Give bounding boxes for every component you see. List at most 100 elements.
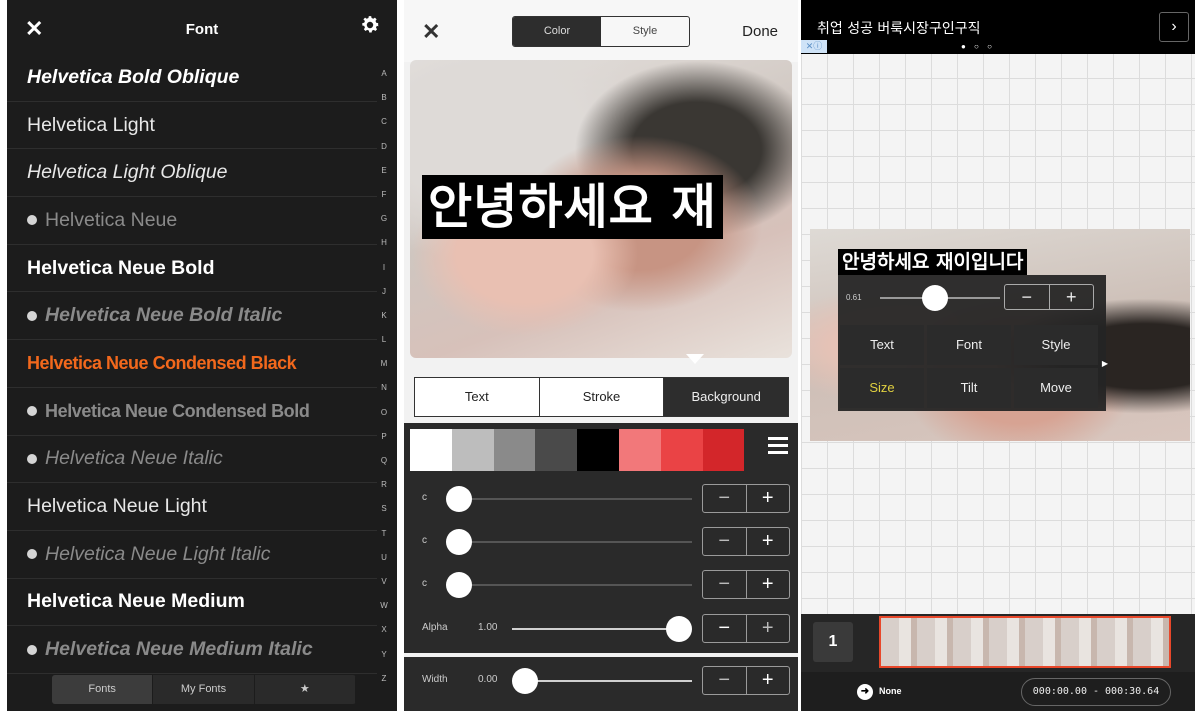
color-swatch[interactable]	[660, 429, 703, 471]
color-swatch[interactable]	[451, 429, 494, 471]
done-button[interactable]: Done	[742, 23, 778, 40]
tab-background[interactable]: Background	[664, 378, 789, 416]
alpha-track[interactable]	[512, 628, 682, 630]
alphabet-letter[interactable]: A	[377, 62, 391, 86]
next-arrow-icon[interactable]: ▶	[1102, 359, 1108, 368]
slider-track[interactable]	[460, 541, 692, 543]
caption-text[interactable]: 안녕하세요 재이입니다	[838, 249, 1028, 275]
ad-banner[interactable]: 취업 성공 버룩시장구인구직 › ● ○ ○ ✕ⓘ	[801, 0, 1195, 54]
segment-style[interactable]: Style	[601, 17, 689, 46]
font-list-item[interactable]: Helvetica Light	[7, 102, 377, 150]
font-list-item[interactable]: Helvetica Neue Bold Italic	[7, 292, 377, 341]
alphabet-letter[interactable]: H	[377, 231, 391, 255]
alphabet-letter[interactable]: K	[377, 304, 391, 328]
alphabet-letter[interactable]: E	[377, 159, 391, 183]
color-swatch[interactable]	[618, 429, 661, 471]
alphabet-index[interactable]: ABCDEFGHIJKLMNOPQRSTUVWXYZ	[377, 62, 391, 691]
clip-number[interactable]: 1	[813, 622, 853, 662]
font-list-item[interactable]: Helvetica Neue	[7, 197, 377, 245]
tab-fonts[interactable]: Fonts	[52, 675, 154, 704]
slider-knob[interactable]	[446, 486, 472, 512]
slider-track[interactable]	[460, 498, 692, 500]
font-list-item[interactable]: Helvetica Neue Condensed Black	[7, 340, 377, 388]
alphabet-letter[interactable]: R	[377, 473, 391, 497]
alpha-knob[interactable]	[666, 616, 692, 642]
tab-favorites[interactable]: ★	[255, 675, 356, 704]
plus-button[interactable]: +	[747, 528, 790, 555]
filmstrip[interactable]	[879, 616, 1171, 668]
plus-button[interactable]: +	[747, 615, 790, 642]
alphabet-letter[interactable]: U	[377, 546, 391, 570]
alphabet-letter[interactable]: B	[377, 86, 391, 110]
alphabet-letter[interactable]: X	[377, 618, 391, 642]
slider-knob[interactable]	[446, 572, 472, 598]
font-list-item[interactable]: Helvetica Neue Light Italic	[7, 531, 377, 579]
color-swatch[interactable]	[535, 429, 578, 471]
video-frame[interactable]: 안녕하세요 재이입니다 0.61 − + Text Font Style Size Ti…	[810, 229, 1190, 441]
width-knob[interactable]	[512, 668, 538, 694]
alphabet-letter[interactable]: Z	[377, 667, 391, 691]
slider-knob[interactable]	[446, 529, 472, 555]
minus-button[interactable]: −	[703, 571, 747, 598]
minus-button[interactable]: −	[703, 667, 747, 694]
alphabet-letter[interactable]: V	[377, 570, 391, 594]
plus-button[interactable]: +	[747, 667, 790, 694]
alphabet-letter[interactable]: L	[377, 328, 391, 352]
alphabet-letter[interactable]: C	[377, 110, 391, 134]
minus-button[interactable]: −	[1005, 285, 1050, 309]
alphabet-letter[interactable]: F	[377, 183, 391, 207]
color-swatch[interactable]	[410, 429, 452, 471]
font-list-item[interactable]: Helvetica Neue Medium	[7, 579, 377, 627]
alphabet-letter[interactable]: W	[377, 594, 391, 618]
alphabet-letter[interactable]: T	[377, 522, 391, 546]
tab-text[interactable]: Text	[415, 378, 540, 416]
alphabet-letter[interactable]: D	[377, 135, 391, 159]
font-list-item[interactable]: Helvetica Neue Medium Italic	[7, 626, 377, 674]
font-list-item[interactable]: Helvetica Light Oblique	[7, 149, 377, 198]
edit-size-button[interactable]: Size	[840, 368, 924, 408]
size-slider-knob[interactable]	[922, 285, 948, 311]
segment-color[interactable]: Color	[513, 17, 601, 46]
transition-icon[interactable]: ➜	[857, 684, 873, 700]
alphabet-letter[interactable]: J	[377, 280, 391, 304]
plus-button[interactable]: +	[747, 485, 790, 512]
close-icon[interactable]: ✕	[422, 19, 440, 45]
color-swatch[interactable]	[577, 429, 619, 471]
font-list-item[interactable]: Helvetica Neue Condensed Bold	[7, 388, 377, 436]
transition-label[interactable]: None	[879, 686, 902, 696]
edit-font-button[interactable]: Font	[927, 325, 1011, 365]
plus-button[interactable]: +	[747, 571, 790, 598]
menu-icon[interactable]	[768, 437, 788, 457]
edit-style-button[interactable]: Style	[1014, 325, 1098, 365]
tab-my-fonts[interactable]: My Fonts	[153, 675, 255, 704]
color-swatch[interactable]	[702, 429, 745, 471]
alphabet-letter[interactable]: Y	[377, 643, 391, 667]
font-list-item[interactable]: Helvetica Neue Italic	[7, 436, 377, 484]
alphabet-letter[interactable]: O	[377, 401, 391, 425]
gear-icon[interactable]	[359, 14, 381, 36]
font-list-item[interactable]: Helvetica Neue Bold	[7, 245, 377, 293]
alphabet-letter[interactable]: Q	[377, 449, 391, 473]
chevron-right-icon[interactable]: ›	[1159, 12, 1189, 42]
tab-stroke[interactable]: Stroke	[540, 378, 665, 416]
plus-button[interactable]: +	[1050, 285, 1094, 309]
edit-text-button[interactable]: Text	[840, 325, 924, 365]
alphabet-letter[interactable]: N	[377, 376, 391, 400]
minus-button[interactable]: −	[703, 485, 747, 512]
minus-button[interactable]: −	[703, 615, 747, 642]
width-track[interactable]	[522, 680, 692, 682]
font-list-item[interactable]: Helvetica Bold Oblique	[7, 54, 377, 102]
font-list-item[interactable]: Helvetica Neue Light	[7, 483, 377, 531]
alphabet-letter[interactable]: P	[377, 425, 391, 449]
alphabet-letter[interactable]: G	[377, 207, 391, 231]
alphabet-letter[interactable]: I	[377, 256, 391, 280]
edit-move-button[interactable]: Move	[1014, 368, 1098, 408]
alphabet-letter[interactable]: M	[377, 352, 391, 376]
time-range: 000:00.00 - 000:30.64	[1021, 678, 1171, 706]
color-swatch[interactable]	[493, 429, 536, 471]
alphabet-letter[interactable]: S	[377, 497, 391, 521]
ad-close-icon[interactable]: ✕ⓘ	[801, 40, 827, 53]
minus-button[interactable]: −	[703, 528, 747, 555]
edit-tilt-button[interactable]: Tilt	[927, 368, 1011, 408]
slider-track[interactable]	[460, 584, 692, 586]
